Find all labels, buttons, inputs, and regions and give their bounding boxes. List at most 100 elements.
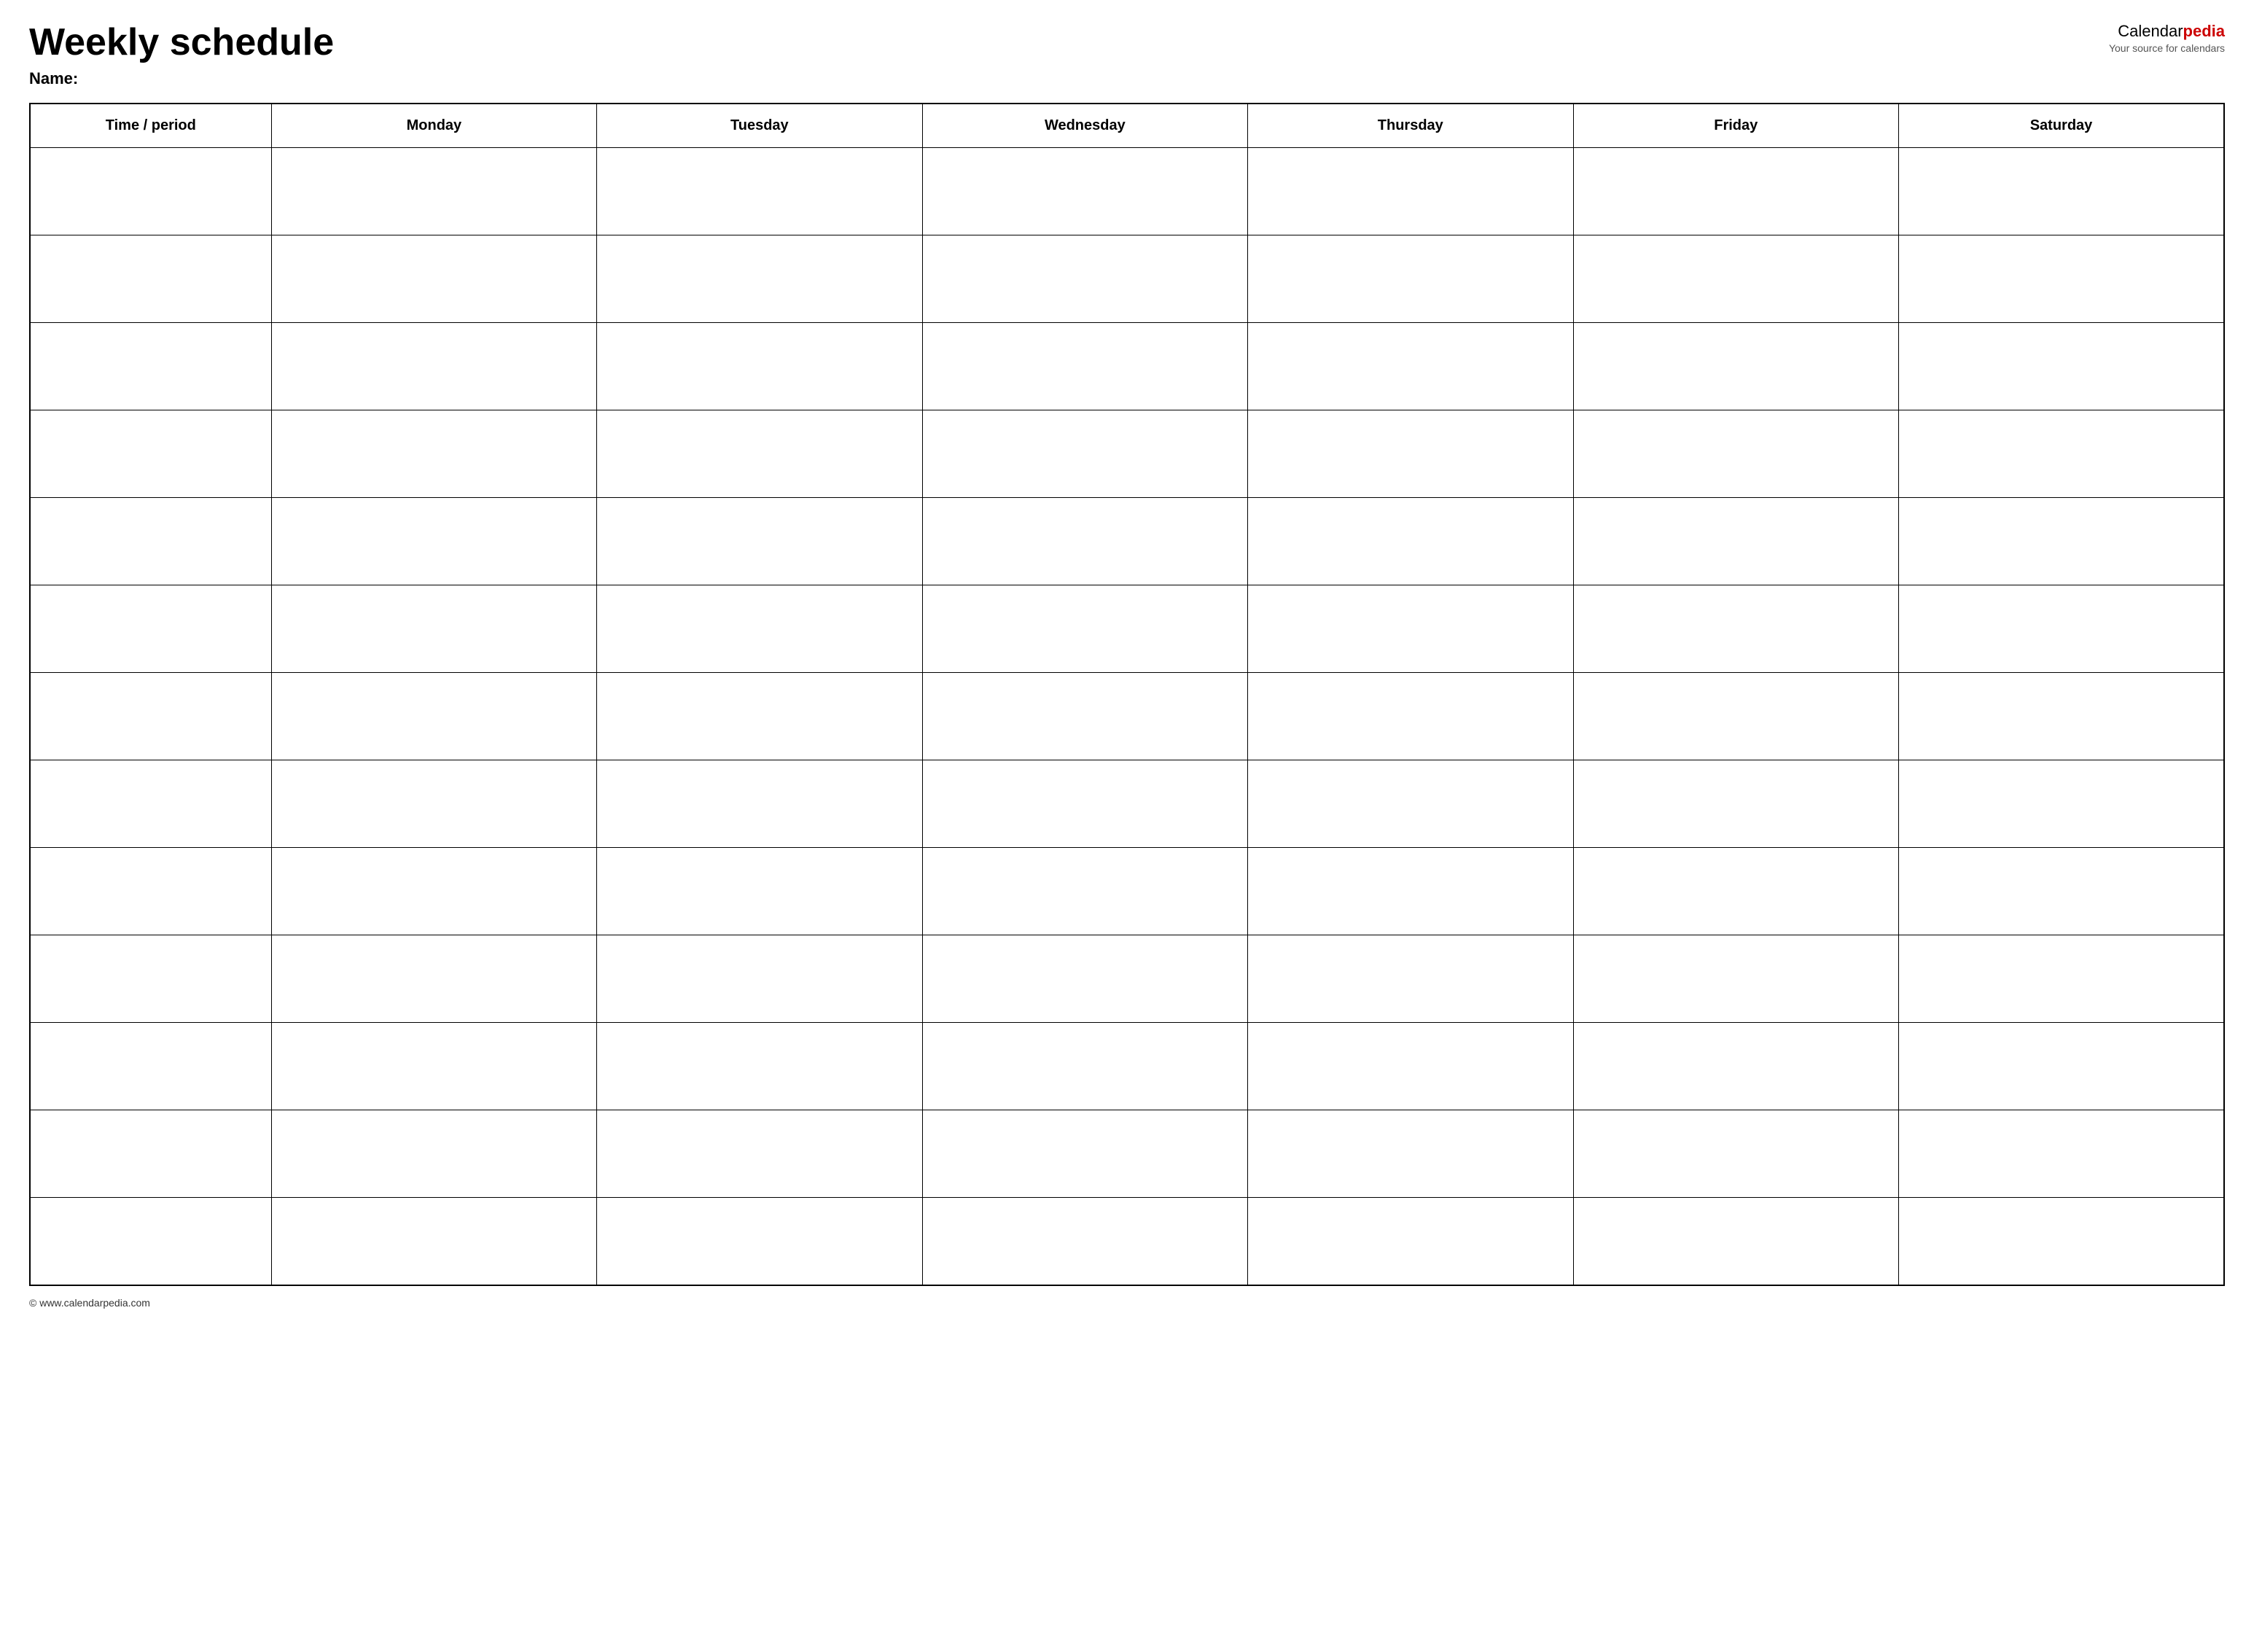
day-cell [922, 323, 1247, 410]
time-cell [30, 1023, 271, 1110]
day-cell [271, 585, 596, 673]
day-cell [922, 1110, 1247, 1198]
title-area: Weekly schedule Name: [29, 22, 334, 88]
day-cell [271, 148, 596, 235]
col-header-time: Time / period [30, 104, 271, 148]
footer: © www.calendarpedia.com [29, 1297, 2225, 1309]
day-cell [1573, 1110, 1898, 1198]
schedule-table: Time / period Monday Tuesday Wednesday T… [29, 103, 2225, 1286]
day-cell [271, 673, 596, 760]
col-header-saturday: Saturday [1899, 104, 2225, 148]
day-cell [1899, 935, 2225, 1023]
col-header-thursday: Thursday [1248, 104, 1573, 148]
day-cell [1899, 323, 2225, 410]
day-cell [271, 498, 596, 585]
day-cell [1248, 760, 1573, 848]
time-cell [30, 585, 271, 673]
logo-calendar: Calendar [2118, 22, 2183, 40]
day-cell [271, 848, 596, 935]
table-row [30, 673, 2224, 760]
time-cell [30, 1110, 271, 1198]
day-cell [1899, 585, 2225, 673]
schedule-body [30, 148, 2224, 1285]
day-cell [271, 760, 596, 848]
day-cell [1899, 1198, 2225, 1285]
day-cell [922, 1198, 1247, 1285]
table-row [30, 585, 2224, 673]
table-row [30, 1023, 2224, 1110]
time-cell [30, 760, 271, 848]
day-cell [597, 673, 922, 760]
day-cell [922, 410, 1247, 498]
day-cell [922, 1023, 1247, 1110]
day-cell [1248, 498, 1573, 585]
day-cell [1573, 673, 1898, 760]
page-title: Weekly schedule [29, 22, 334, 63]
table-header-row: Time / period Monday Tuesday Wednesday T… [30, 104, 2224, 148]
day-cell [271, 235, 596, 323]
day-cell [597, 935, 922, 1023]
day-cell [1899, 673, 2225, 760]
table-row [30, 410, 2224, 498]
day-cell [1573, 848, 1898, 935]
time-cell [30, 148, 271, 235]
day-cell [1573, 323, 1898, 410]
day-cell [597, 235, 922, 323]
day-cell [597, 1023, 922, 1110]
time-cell [30, 235, 271, 323]
day-cell [1248, 410, 1573, 498]
day-cell [1248, 235, 1573, 323]
day-cell [1899, 498, 2225, 585]
time-cell [30, 498, 271, 585]
day-cell [597, 848, 922, 935]
col-header-friday: Friday [1573, 104, 1898, 148]
name-label: Name: [29, 69, 334, 88]
col-header-tuesday: Tuesday [597, 104, 922, 148]
day-cell [1248, 148, 1573, 235]
day-cell [1573, 498, 1898, 585]
day-cell [1899, 410, 2225, 498]
logo-area: Calendarpedia Your source for calendars [2109, 22, 2225, 54]
time-cell [30, 848, 271, 935]
day-cell [271, 323, 596, 410]
day-cell [1248, 1110, 1573, 1198]
day-cell [1248, 673, 1573, 760]
page-header: Weekly schedule Name: Calendarpedia Your… [29, 22, 2225, 88]
day-cell [1899, 148, 2225, 235]
day-cell [1248, 848, 1573, 935]
table-row [30, 235, 2224, 323]
day-cell [922, 673, 1247, 760]
day-cell [271, 410, 596, 498]
time-cell [30, 935, 271, 1023]
day-cell [1248, 935, 1573, 1023]
day-cell [597, 323, 922, 410]
time-cell [30, 673, 271, 760]
day-cell [1248, 585, 1573, 673]
day-cell [597, 1110, 922, 1198]
day-cell [1248, 1023, 1573, 1110]
day-cell [1573, 148, 1898, 235]
day-cell [271, 1110, 596, 1198]
time-cell [30, 1198, 271, 1285]
day-cell [597, 585, 922, 673]
day-cell [1248, 1198, 1573, 1285]
day-cell [1573, 935, 1898, 1023]
day-cell [1899, 1110, 2225, 1198]
day-cell [1573, 760, 1898, 848]
time-cell [30, 410, 271, 498]
day-cell [597, 760, 922, 848]
table-row [30, 323, 2224, 410]
table-row [30, 1110, 2224, 1198]
day-cell [271, 1198, 596, 1285]
day-cell [922, 760, 1247, 848]
day-cell [271, 1023, 596, 1110]
day-cell [1573, 1023, 1898, 1110]
table-row [30, 760, 2224, 848]
day-cell [922, 848, 1247, 935]
day-cell [1573, 235, 1898, 323]
footer-url: © www.calendarpedia.com [29, 1297, 150, 1309]
day-cell [597, 1198, 922, 1285]
table-row [30, 848, 2224, 935]
day-cell [1573, 1198, 1898, 1285]
day-cell [597, 410, 922, 498]
